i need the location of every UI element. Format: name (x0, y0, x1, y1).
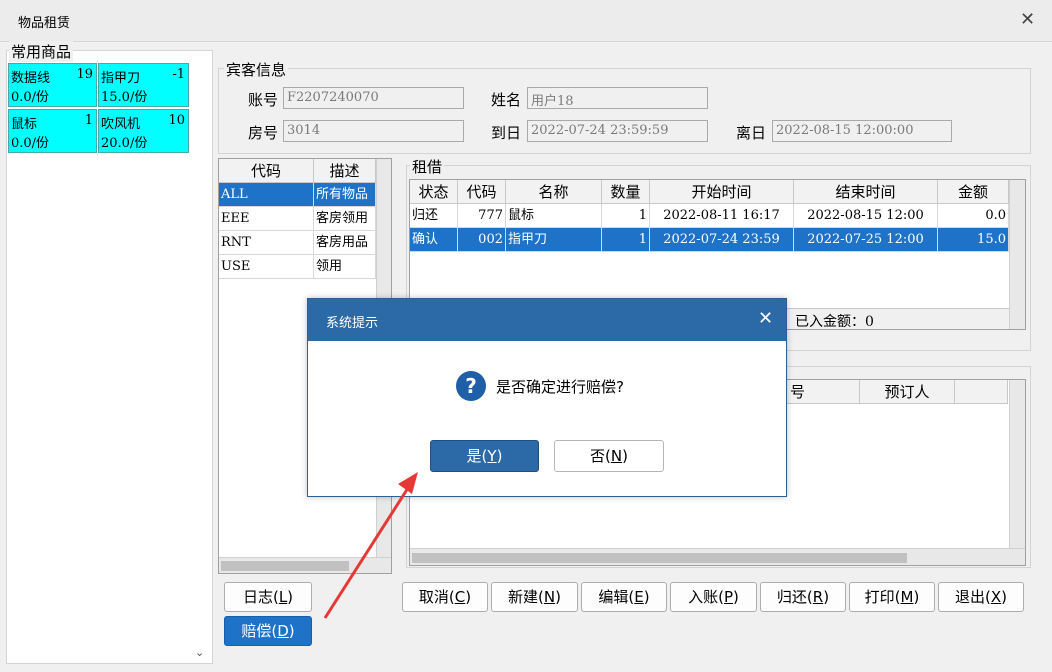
annotation-arrow (323, 472, 418, 619)
